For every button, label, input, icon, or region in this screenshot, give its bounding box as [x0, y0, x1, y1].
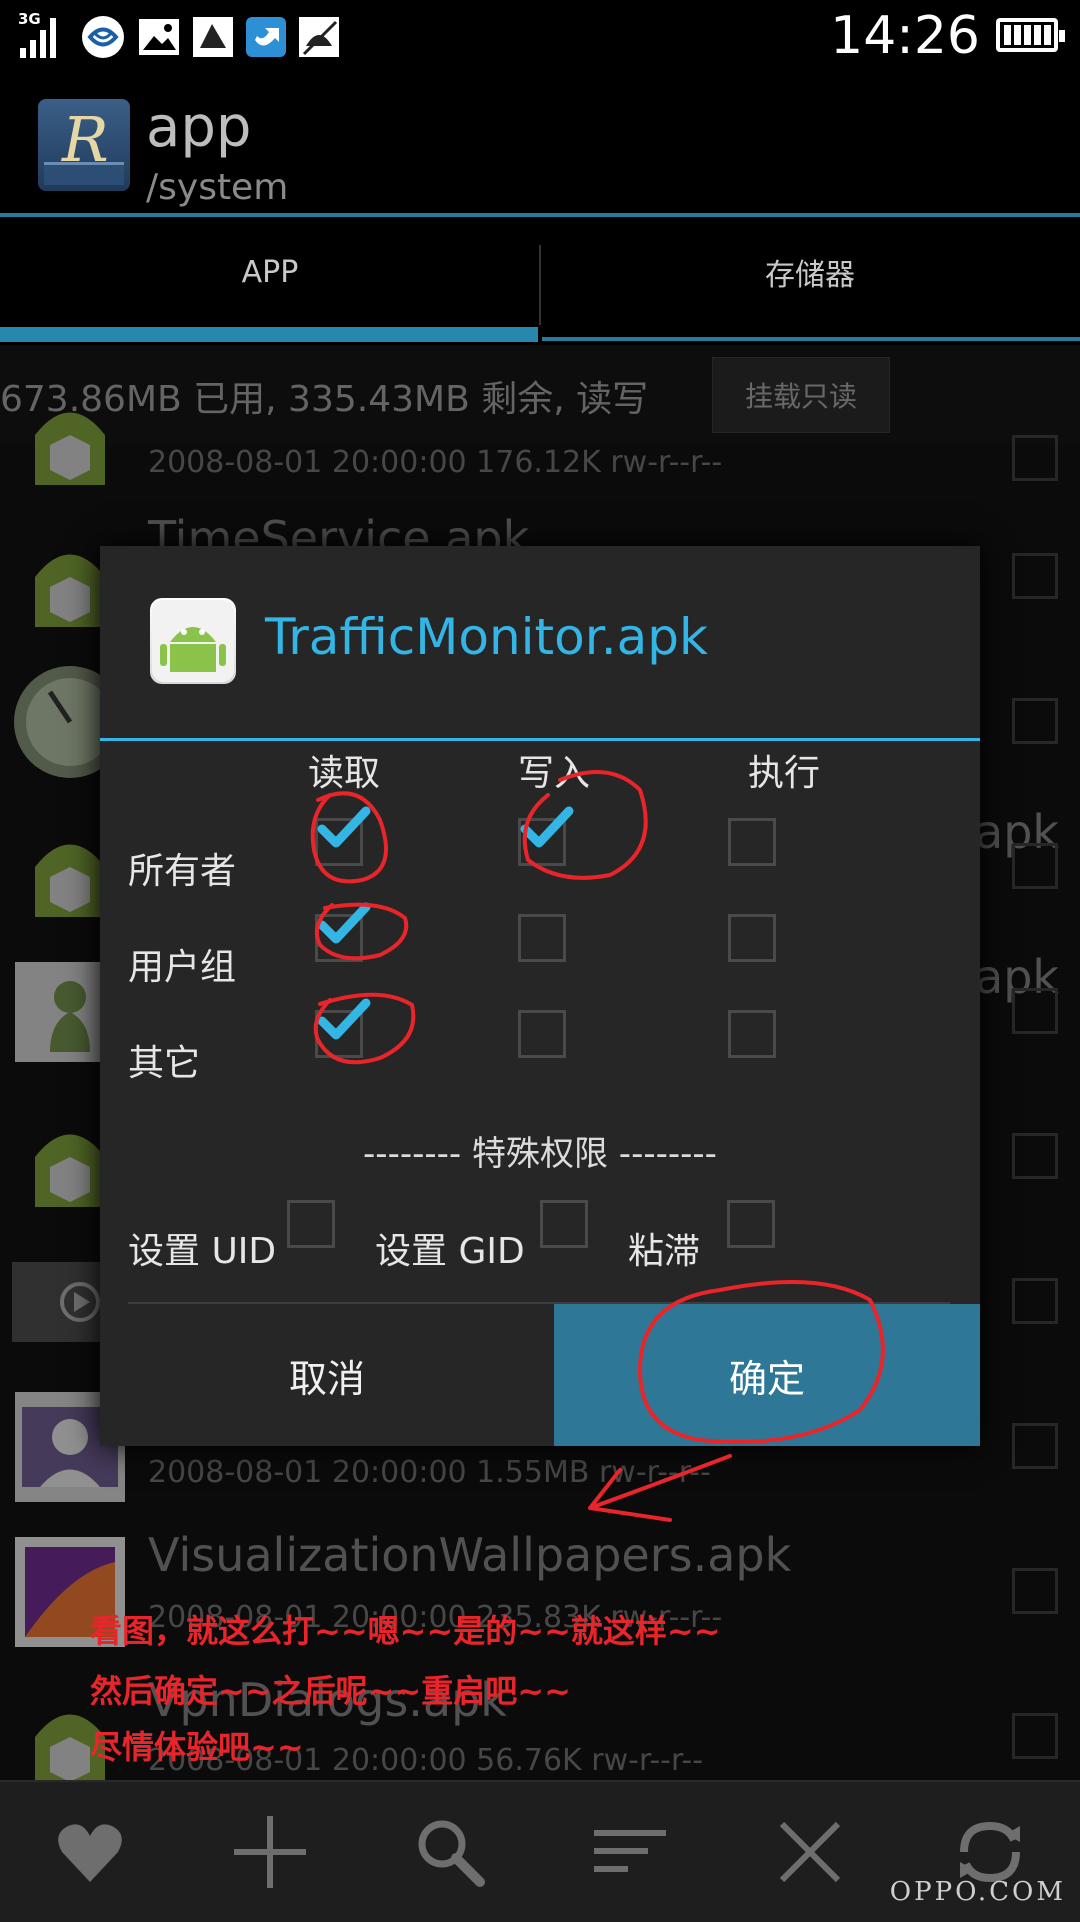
search-icon[interactable]	[410, 1812, 490, 1892]
heart-icon[interactable]	[50, 1812, 130, 1892]
annotation-text: 看图，就这么打~~嗯~~是的~~就这样~~	[90, 1612, 721, 1650]
annotation-circle	[522, 770, 648, 880]
sort-icon[interactable]	[590, 1812, 670, 1892]
plus-icon[interactable]	[230, 1812, 310, 1892]
annotation-circle	[313, 992, 416, 1065]
annotation-text: 尽情体验吧~~	[90, 1728, 304, 1766]
annotation-arrow	[588, 1454, 732, 1522]
close-icon[interactable]	[770, 1812, 850, 1892]
annotation-circle	[315, 902, 409, 961]
watermark: OPPO.COM	[889, 1877, 1066, 1907]
annotation-text: 然后确定~~之后呢~~重启吧~~	[90, 1672, 571, 1710]
annotation-circle	[637, 1280, 885, 1444]
annotation-circle	[310, 791, 388, 884]
